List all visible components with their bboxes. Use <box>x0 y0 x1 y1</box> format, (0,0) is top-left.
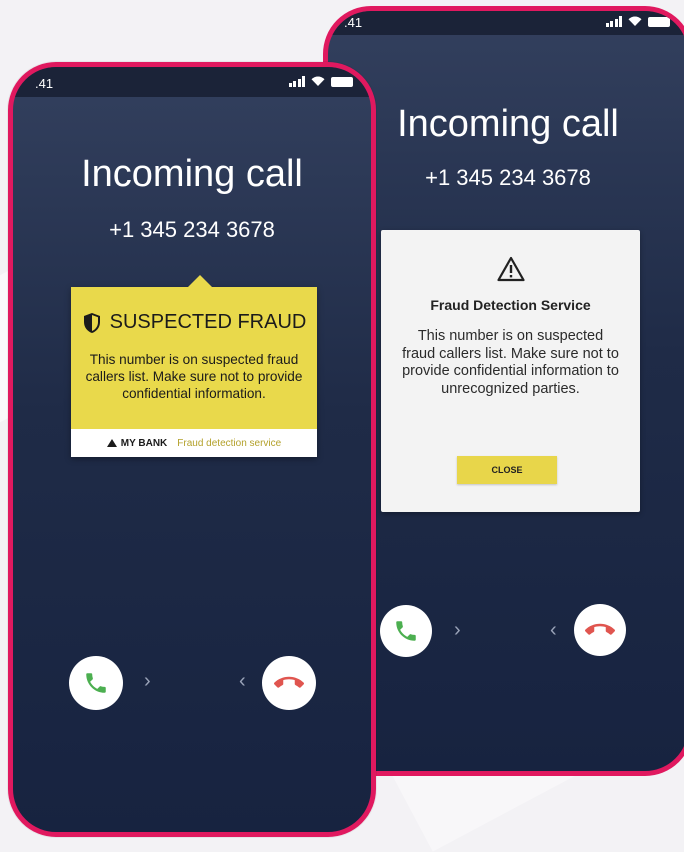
accept-call-button[interactable] <box>380 605 432 657</box>
phone-accept-icon <box>86 673 106 693</box>
dialog-title: Fraud Detection Service <box>430 297 591 313</box>
phone-accept-icon <box>396 621 416 641</box>
bank-logo-icon <box>106 439 117 447</box>
call-title: Incoming call <box>397 103 619 145</box>
call-title: Incoming call <box>81 153 303 195</box>
bank-name: MY BANK <box>120 437 168 449</box>
close-button[interactable]: CLOSE <box>457 456 557 484</box>
decline-call-button[interactable] <box>262 656 316 710</box>
fraud-heading-row: SUSPECTED FRAUD <box>71 311 317 334</box>
card-pointer <box>188 275 212 287</box>
swipe-right-hint: › <box>454 619 461 641</box>
fraud-message: This number is on suspected fraud caller… <box>85 352 303 401</box>
bank-brand: MY BANK <box>106 437 168 449</box>
phone-decline-icon <box>274 676 304 688</box>
swipe-left-hint: ‹ <box>550 619 557 641</box>
signal-icon <box>605 16 622 27</box>
status-time: .41 <box>35 76 54 91</box>
decline-call-button[interactable] <box>574 604 626 656</box>
fraud-dialog: Fraud Detection Service This number is o… <box>381 230 640 512</box>
battery-icon <box>331 76 353 87</box>
front-phone: .41 Incoming call +1 345 234 3678 SUSPEC… <box>8 62 376 837</box>
status-icons <box>288 76 353 87</box>
shield-icon <box>83 312 100 333</box>
phone-decline-icon <box>585 623 615 635</box>
status-bar: .41 <box>13 67 371 97</box>
fraud-card-footer: MY BANK Fraud detection service <box>71 429 317 457</box>
signal-icon <box>288 76 305 87</box>
dialog-message: This number is on suspected fraud caller… <box>402 328 619 397</box>
fraud-heading: SUSPECTED FRAUD <box>109 311 307 333</box>
warning-icon <box>497 256 525 282</box>
back-phone: .41 Incoming call +1 345 234 3678 Fraud … <box>323 6 684 776</box>
service-label: Fraud detection service <box>177 437 282 449</box>
wifi-icon <box>628 16 642 26</box>
swipe-right-hint: › <box>144 670 151 692</box>
fraud-warning-card: SUSPECTED FRAUD This number is on suspec… <box>71 275 317 457</box>
caller-number: +1 345 234 3678 <box>109 217 275 242</box>
battery-icon <box>648 16 670 27</box>
caller-number: +1 345 234 3678 <box>425 165 591 190</box>
status-time: .41 <box>344 15 363 30</box>
wifi-icon <box>311 76 325 86</box>
status-bar: .41 <box>328 11 684 35</box>
status-icons <box>605 16 670 27</box>
swipe-left-hint: ‹ <box>239 670 246 692</box>
accept-call-button[interactable] <box>69 656 123 710</box>
